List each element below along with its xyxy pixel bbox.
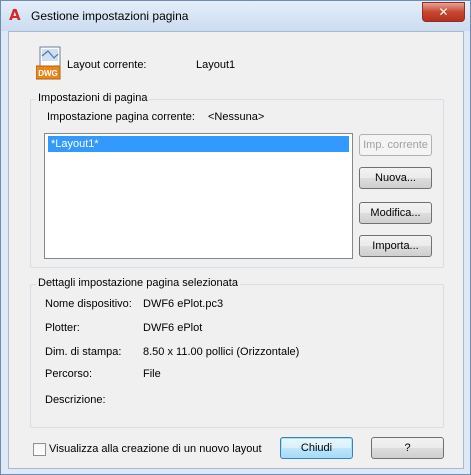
new-button[interactable]: Nuova... (359, 167, 432, 189)
close-icon: ✕ (438, 5, 449, 19)
page-setup-list[interactable]: *Layout1* (44, 133, 353, 259)
detail-label-device: Nome dispositivo: (45, 298, 132, 310)
title-bar[interactable]: A Gestione impostazioni pagina ✕ (1, 1, 470, 31)
close-window-button[interactable]: ✕ (422, 2, 465, 22)
dwg-file-icon: DWG (36, 46, 61, 80)
detail-label-plotter: Plotter: (45, 322, 80, 334)
current-page-setup-value: <Nessuna> (208, 111, 265, 123)
current-layout-value: Layout1 (196, 59, 236, 71)
page-setup-manager-dialog: A Gestione impostazioni pagina ✕ DWG Lay… (0, 0, 471, 475)
import-button[interactable]: Importa... (359, 235, 432, 257)
list-item[interactable]: *Layout1* (48, 136, 349, 152)
dwg-icon-label: DWG (38, 69, 58, 78)
close-button[interactable]: Chiudi (280, 437, 353, 459)
page-setups-group-title: Impostazioni di pagina (36, 92, 150, 104)
detail-value-device: DWF6 ePlot.pc3 (143, 298, 224, 310)
display-on-new-layout-label: Visualizza alla creazione di un nuovo la… (49, 443, 262, 455)
dialog-body: DWG Layout corrente: Layout1 Impostazion… (8, 31, 464, 469)
autocad-app-icon: A (9, 6, 21, 24)
current-page-setup-label: Impostazione pagina corrente: (47, 111, 195, 123)
modify-button[interactable]: Modifica... (359, 202, 432, 224)
detail-value-plotter: DWF6 ePlot (143, 322, 203, 334)
detail-label-description: Descrizione: (45, 394, 106, 406)
window-title: Gestione impostazioni pagina (31, 9, 189, 23)
detail-value-where: File (143, 368, 161, 380)
detail-label-plot-size: Dim. di stampa: (45, 346, 122, 358)
detail-label-where: Percorso: (45, 368, 93, 380)
help-button[interactable]: ? (371, 437, 444, 459)
display-on-new-layout-checkbox[interactable] (33, 443, 46, 456)
detail-value-plot-size: 8.50 x 11.00 pollici (Orizzontale) (143, 346, 300, 358)
set-current-button[interactable]: Imp. corrente (359, 134, 432, 156)
current-layout-label: Layout corrente: (67, 59, 147, 71)
details-group-title: Dettagli impostazione pagina selezionata (36, 277, 240, 289)
